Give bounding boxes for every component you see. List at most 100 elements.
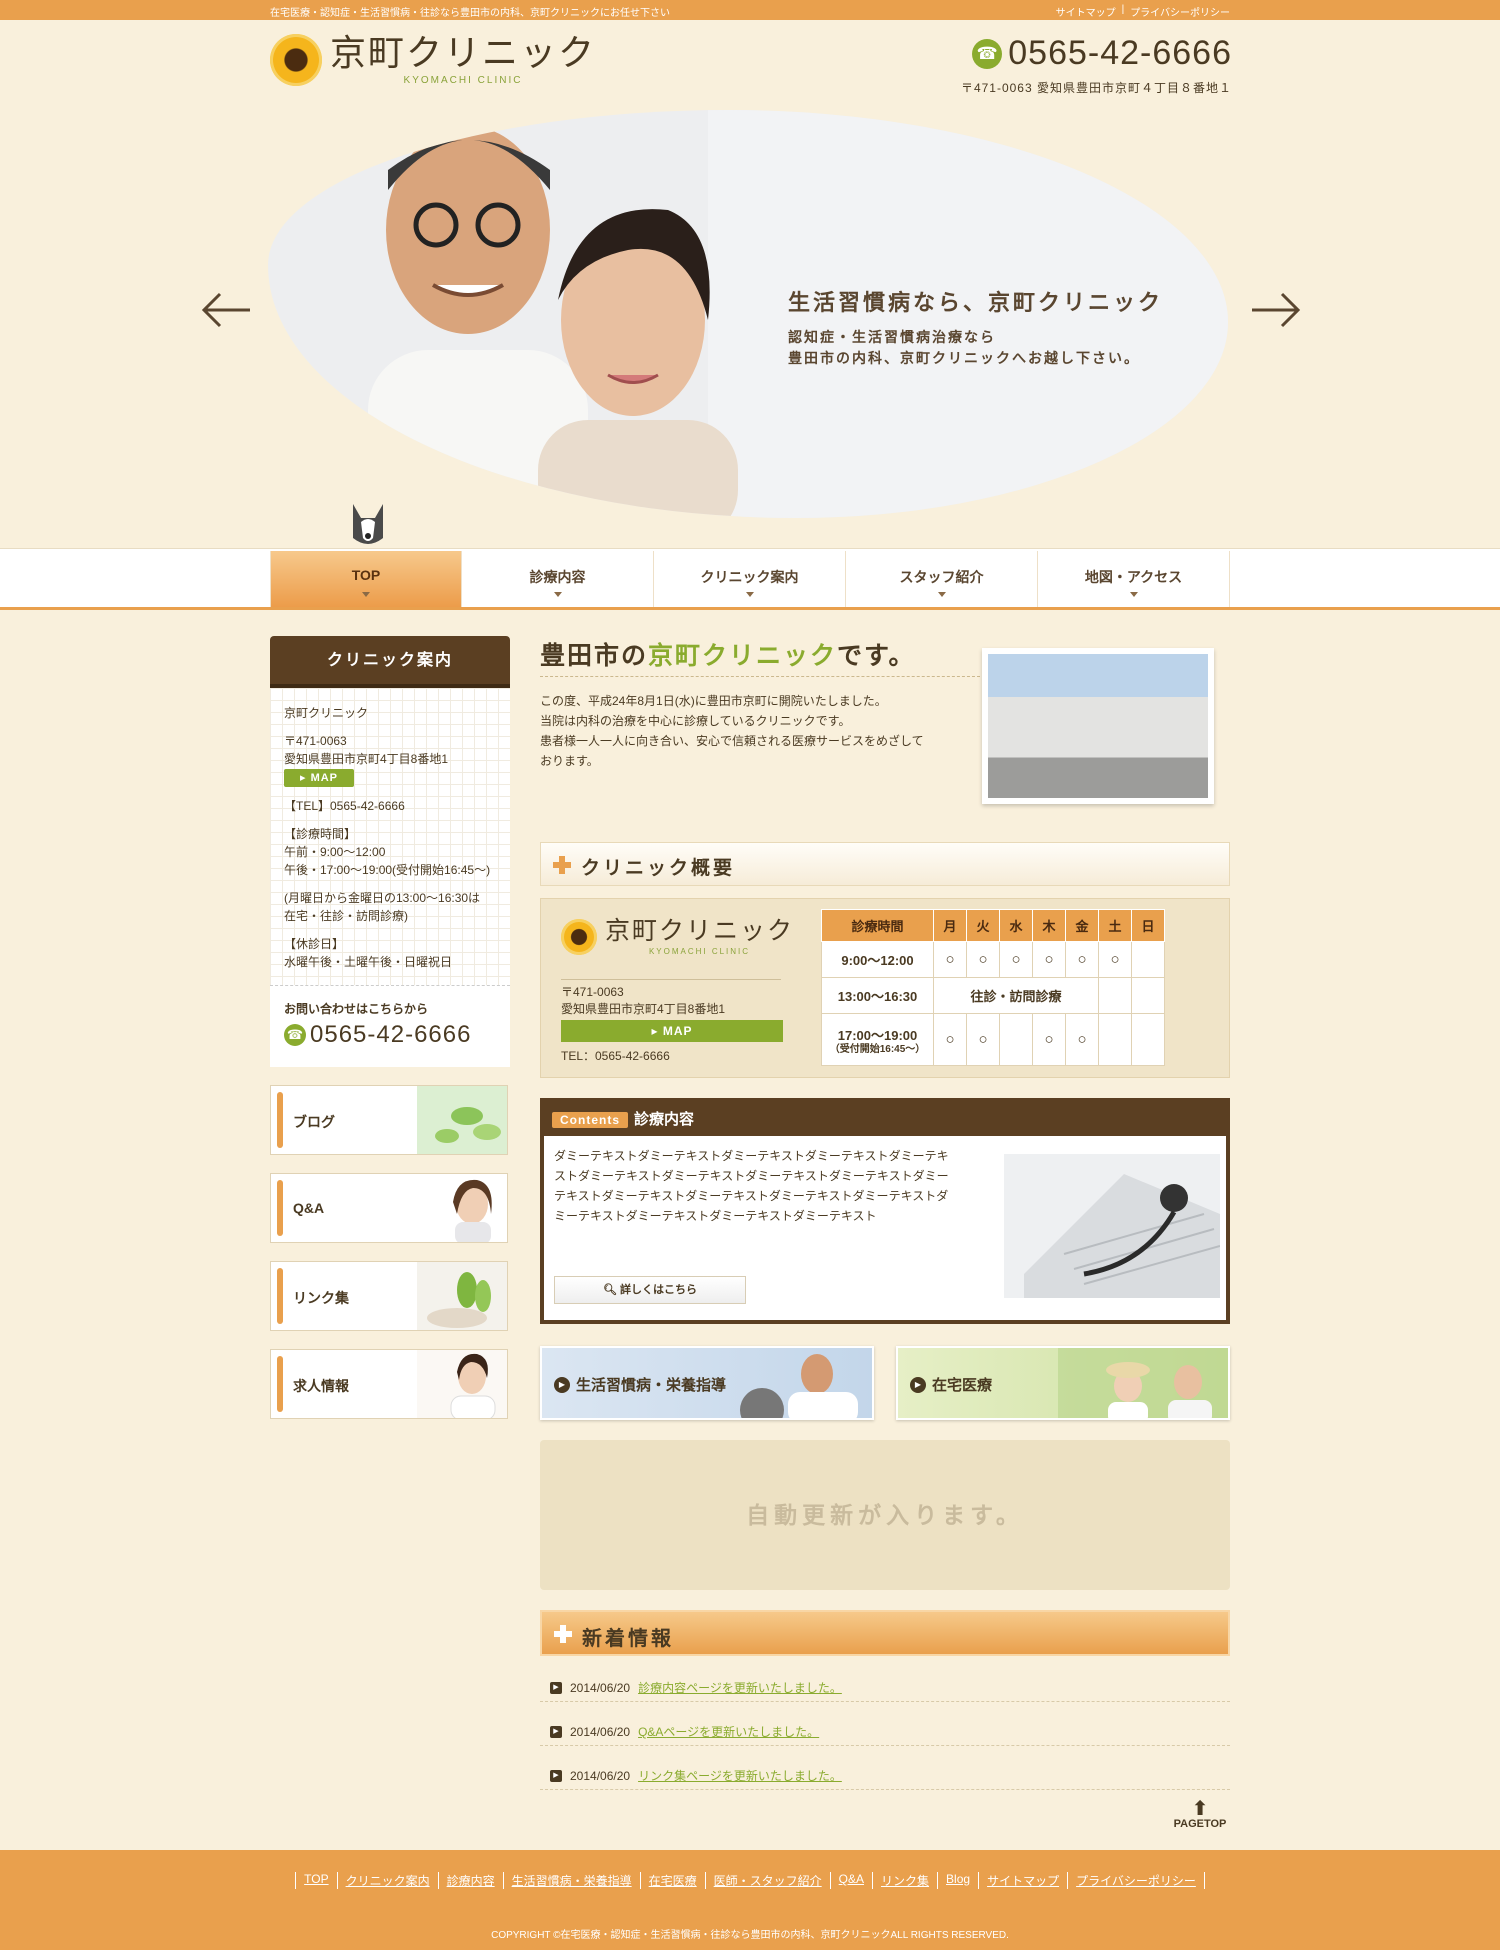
- header-address: 〒471-0063 愛知県豊田市京町４丁目８番地１: [960, 81, 1232, 95]
- header-contact: ☎ 0565-42-6666 〒471-0063 愛知県豊田市京町４丁目８番地１: [961, 34, 1232, 96]
- main-content: 豊田市の京町クリニックです。 この度、平成24年8月1日(水)に豊田市京町に開院…: [540, 636, 1230, 1790]
- privacy-link[interactable]: プライバシーポリシー: [1130, 4, 1230, 19]
- hours-pm: 午後・17:00〜19:00(受付開始16:45〜): [284, 863, 491, 877]
- senior-couple-image: [1058, 1348, 1228, 1418]
- footer-link[interactable]: プライバシーポリシー: [1067, 1872, 1205, 1889]
- hours-table: 診療時間 月 火 水 木 金 土 日 9:00〜12:00 ○ ○ ○ ○ ○ …: [821, 909, 1165, 1066]
- footer-link[interactable]: サイトマップ: [978, 1872, 1067, 1889]
- logo-en: KYOMACHI CLINIC: [403, 74, 523, 86]
- hero-sub-2: 豊田市の内科、京町クリニックへお越し下さい。: [788, 350, 1140, 366]
- footer-link[interactable]: 診療内容: [437, 1872, 503, 1889]
- footer-link[interactable]: Q&A: [829, 1872, 872, 1889]
- pagetop-button[interactable]: ⬆ PAGETOP: [1168, 1799, 1232, 1830]
- bullet-icon: ▶: [550, 1769, 562, 1782]
- nav-top[interactable]: TOP: [270, 551, 462, 607]
- clinic-tel: 【TEL】0565-42-6666: [284, 799, 405, 813]
- phone-icon: ☎: [284, 1024, 306, 1046]
- husky-icon: [353, 504, 383, 544]
- news-link[interactable]: Q&Aページを更新いたしました。: [638, 1723, 819, 1740]
- arrow-left-icon[interactable]: [200, 290, 252, 330]
- plant-hands-image: [417, 1262, 507, 1330]
- closed-heading: 【休診日】: [284, 937, 345, 951]
- list-item: ▶ 2014/06/20 診療内容ページを更新いたしました。: [540, 1658, 1230, 1702]
- footer-link[interactable]: Blog: [937, 1872, 978, 1889]
- overview-heading: クリニック概要: [540, 842, 1230, 886]
- leaves-image: [417, 1086, 507, 1154]
- hero-slider: 生活習慣病なら、京町クリニック 認知症・生活習慣病治療なら 豊田市の内科、京町ク…: [268, 110, 1228, 518]
- contact-label: お問い合わせはこちらから: [284, 1002, 429, 1016]
- sidebar: クリニック案内 京町クリニック 〒471-0063 愛知県豊田市京町4丁目8番地…: [270, 636, 510, 1419]
- clinic-address: 愛知県豊田市京町4丁目8番地1: [284, 752, 449, 766]
- header-tel[interactable]: 0565-42-6666: [1008, 34, 1232, 73]
- clinic-overview: 京町クリニック KYOMACHI CLINIC 〒471-0063 愛知県豊田市…: [540, 898, 1230, 1078]
- overview-info: 〒471-0063 愛知県豊田市京町4丁目8番地1 ▸ MAP TEL：0565…: [561, 979, 783, 1065]
- recruit-banner[interactable]: 求人情報: [270, 1349, 508, 1419]
- top-bar: 在宅医療・認知症・生活習慣病・往診なら豊田市の内科、京町クリニックにお任せ下さい…: [0, 0, 1500, 20]
- arrow-right-icon[interactable]: [1250, 290, 1302, 330]
- qa-banner[interactable]: Q&A: [270, 1173, 508, 1243]
- news-link[interactable]: リンク集ページを更新いたしました。: [638, 1767, 842, 1784]
- bullet-icon: ▶: [550, 1681, 562, 1694]
- footer-link[interactable]: 生活習慣病・栄養指導: [502, 1872, 640, 1889]
- site-logo[interactable]: 京町クリニック KYOMACHI CLINIC: [270, 34, 596, 86]
- tagline: 在宅医療・認知症・生活習慣病・往診なら豊田市の内科、京町クリニックにお任せ下さい: [270, 8, 670, 19]
- keyboard-stethoscope-image: [1004, 1154, 1220, 1298]
- footer-link[interactable]: クリニック案内: [336, 1872, 438, 1889]
- overview-map-button[interactable]: ▸ MAP: [561, 1020, 783, 1042]
- contents-body: ダミーテキストダミーテキストダミーテキストダミーテキストダミーテキストダミーテキ…: [554, 1149, 949, 1223]
- overview-logo: 京町クリニック KYOMACHI CLINIC: [561, 917, 794, 956]
- nurse-image: [417, 1350, 507, 1418]
- home-care-banner[interactable]: ▶ 在宅医療: [896, 1346, 1230, 1420]
- overview-tel: TEL：0565-42-6666: [561, 1049, 670, 1063]
- intro-text: この度、平成24年8月1日(水)に豊田市京町に開院いたしました。 当院は内科の治…: [540, 694, 924, 768]
- hours-note-1: (月曜日から金曜日の13:00〜16:30は: [284, 891, 481, 905]
- clinic-name: 京町クリニック: [284, 706, 369, 720]
- footer-link[interactable]: リンク集: [872, 1872, 937, 1889]
- blog-banner[interactable]: ブログ: [270, 1085, 508, 1155]
- nav-access[interactable]: 地図・アクセス: [1038, 551, 1230, 607]
- top-links: サイトマップ | プライバシーポリシー: [1056, 4, 1230, 19]
- plus-icon: [553, 856, 571, 874]
- sidebar-map-button[interactable]: ▸ MAP: [284, 769, 354, 787]
- footer-nav: TOP クリニック案内 診療内容 生活習慣病・栄養指導 在宅医療 医師・スタッフ…: [0, 1872, 1500, 1889]
- footer-link[interactable]: TOP: [295, 1872, 336, 1889]
- news-list: ▶ 2014/06/20 診療内容ページを更新いたしました。 ▶ 2014/06/20…: [540, 1658, 1230, 1790]
- clinic-info-box: 京町クリニック 〒471-0063 愛知県豊田市京町4丁目8番地1 ▸ MAP …: [270, 688, 510, 985]
- contents-badge: Contents: [552, 1112, 628, 1128]
- auto-update-placeholder: 自動更新が入ります。: [540, 1440, 1230, 1590]
- woman-thinking-image: [417, 1174, 507, 1242]
- list-item: ▶ 2014/06/20 Q&Aページを更新いたしました。: [540, 1702, 1230, 1746]
- divider: |: [1121, 4, 1125, 15]
- table-row: 9:00〜12:00 ○ ○ ○ ○ ○ ○: [821, 941, 1165, 978]
- links-banner[interactable]: リンク集: [270, 1261, 508, 1331]
- intro-title: 豊田市の京町クリニックです。: [540, 636, 980, 677]
- news-link[interactable]: 診療内容ページを更新いたしました。: [638, 1679, 842, 1696]
- news-heading: 新着情報: [540, 1610, 1230, 1656]
- nav-services[interactable]: 診療内容: [462, 551, 654, 607]
- closed-days: 水曜午後・土曜午後・日曜祝日: [284, 955, 453, 969]
- contents-panel: Contents 診療内容 ダミーテキストダミーテキストダミーテキストダミーテキス…: [540, 1098, 1230, 1324]
- sitemap-link[interactable]: サイトマップ: [1056, 4, 1116, 19]
- table-row: 13:00〜16:30 往診・訪問診療: [821, 977, 1165, 1014]
- copyright: COPYRIGHT ©在宅医療・認知症・生活習慣病・往診なら豊田市の内科、京町ク…: [491, 1930, 1009, 1941]
- phone-icon: ☎: [972, 38, 1003, 69]
- plus-icon: [554, 1625, 572, 1643]
- contact-tel[interactable]: 0565-42-6666: [310, 1021, 471, 1049]
- clinic-building-photo: [982, 648, 1214, 804]
- details-button[interactable]: 🔍︎ 詳しくはこちら: [554, 1276, 746, 1304]
- table-row: 17:00〜19:00 （受付開始16:45〜） ○ ○ ○ ○: [821, 1013, 1165, 1066]
- nav-clinic-info[interactable]: クリニック案内: [654, 551, 846, 607]
- hours-note-2: 在宅・往診・訪問診療): [284, 909, 408, 923]
- hours-am: 午前・9:00〜12:00: [284, 845, 386, 859]
- magnifier-icon: 🔍︎: [602, 1284, 621, 1296]
- sunflower-icon: [270, 34, 322, 86]
- clinic-postal: 〒471-0063: [284, 734, 347, 748]
- hero-title: 生活習慣病なら、京町クリニック: [788, 290, 1164, 315]
- footer-link[interactable]: 医師・スタッフ紹介: [704, 1872, 830, 1889]
- hero-sub-1: 認知症・生活習慣病治療なら: [788, 329, 996, 345]
- nav-staff[interactable]: スタッフ紹介: [846, 551, 1038, 607]
- lifestyle-banner[interactable]: ▶ 生活習慣病・栄養指導: [540, 1346, 874, 1420]
- footer-link[interactable]: 在宅医療: [639, 1872, 705, 1889]
- bullet-icon: ▶: [550, 1725, 562, 1738]
- global-nav: TOP 診療内容 クリニック案内 スタッフ紹介 地図・アクセス: [0, 548, 1500, 610]
